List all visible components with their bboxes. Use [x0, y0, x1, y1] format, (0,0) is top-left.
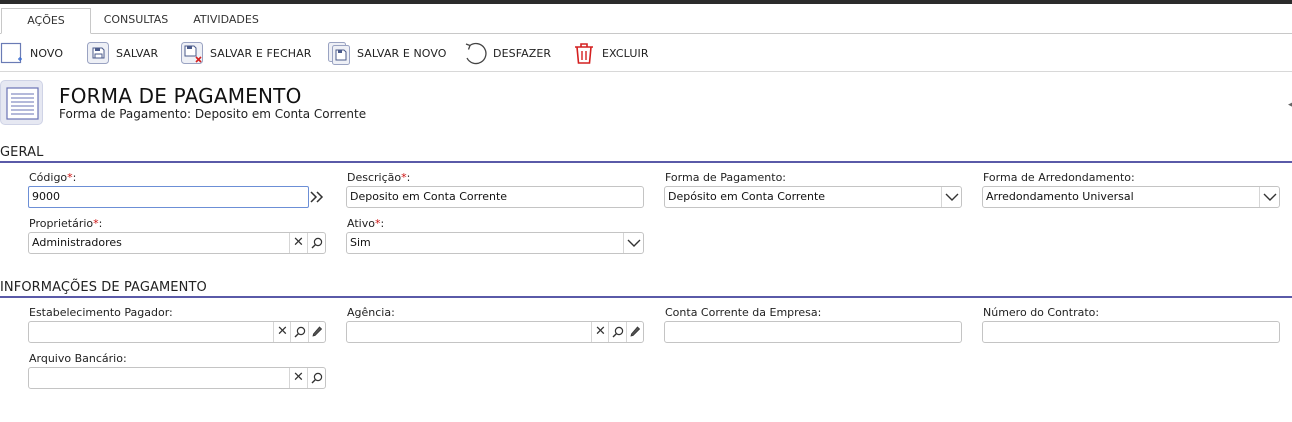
- edit-icon[interactable]: [308, 322, 325, 342]
- page-title: FORMA DE PAGAMENTO: [59, 84, 302, 108]
- arquivo-bancario-input[interactable]: ✕: [28, 367, 326, 389]
- agencia-input[interactable]: ✕: [346, 321, 644, 343]
- toolbar: NOVO SALVAR SALVAR E FECHAR SALVAR E NOV…: [0, 34, 1292, 72]
- salvar-fechar-icon: [180, 41, 204, 65]
- salvar-fechar-label: SALVAR E FECHAR: [210, 46, 312, 60]
- clear-icon[interactable]: ✕: [289, 368, 307, 388]
- double-chevron-icon[interactable]: [308, 186, 326, 208]
- novo-label: NOVO: [30, 46, 64, 60]
- descricao-input[interactable]: Deposito em Conta Corrente: [346, 186, 644, 208]
- search-icon[interactable]: [290, 322, 308, 342]
- search-icon[interactable]: [307, 368, 325, 388]
- conta-corrente-input[interactable]: [664, 321, 962, 343]
- collapse-handle[interactable]: ◂: [1288, 100, 1292, 110]
- salvar-novo-label: SALVAR E NOVO: [357, 46, 447, 60]
- excluir-icon: [572, 41, 596, 65]
- salvar-icon: [86, 41, 110, 65]
- forma-pagamento-label: Forma de Pagamento:: [665, 171, 786, 184]
- clear-icon[interactable]: ✕: [289, 233, 307, 253]
- chevron-down-icon[interactable]: [1259, 187, 1279, 207]
- salvar-novo-button[interactable]: SALVAR E NOVO: [327, 39, 447, 67]
- page-header: FORMA DE PAGAMENTO Forma de Pagamento: D…: [0, 78, 1292, 128]
- tab-acoes[interactable]: AÇÕES: [1, 8, 91, 34]
- agencia-label: Agência:: [347, 306, 395, 319]
- numero-contrato-label: Número do Contrato:: [983, 306, 1100, 319]
- novo-button[interactable]: NOVO: [0, 39, 63, 67]
- document-icon: [0, 80, 43, 125]
- desfazer-button[interactable]: DESFAZER: [463, 39, 551, 67]
- edit-icon[interactable]: [626, 322, 643, 342]
- tab-consultas[interactable]: CONSULTAS: [96, 8, 176, 34]
- desfazer-icon: [463, 41, 487, 65]
- section-informacoes-pagamento: INFORMAÇÕES DE PAGAMENTO: [0, 280, 1292, 298]
- tab-bar: AÇÕES CONSULTAS ATIVIDADES: [0, 8, 1292, 34]
- section-geral: GERAL: [0, 145, 1292, 163]
- desfazer-label: DESFAZER: [493, 46, 552, 60]
- conta-corrente-label: Conta Corrente da Empresa:: [665, 306, 822, 319]
- numero-contrato-input[interactable]: [982, 321, 1280, 343]
- arquivo-bancario-label: Arquivo Bancário:: [29, 352, 127, 365]
- descricao-label: Descrição*:: [347, 171, 411, 184]
- page-subtitle: Forma de Pagamento: Deposito em Conta Co…: [59, 107, 367, 121]
- salvar-fechar-button[interactable]: SALVAR E FECHAR: [180, 39, 311, 67]
- proprietario-input[interactable]: Administradores ✕: [28, 232, 326, 254]
- codigo-label: Código*:: [29, 171, 77, 184]
- forma-pagamento-select[interactable]: Depósito em Conta Corrente: [664, 186, 962, 208]
- section-geral-title: GERAL: [0, 145, 44, 160]
- estabelecimento-label: Estabelecimento Pagador:: [29, 306, 173, 319]
- excluir-label: EXCLUIR: [602, 46, 649, 60]
- forma-arredondamento-label: Forma de Arredondamento:: [983, 171, 1135, 184]
- section-pagamento-title: INFORMAÇÕES DE PAGAMENTO: [0, 280, 207, 295]
- forma-arredondamento-select[interactable]: Arredondamento Universal: [982, 186, 1280, 208]
- search-icon[interactable]: [608, 322, 626, 342]
- codigo-input[interactable]: 9000: [28, 186, 309, 208]
- salvar-novo-icon: [327, 41, 351, 65]
- top-bar: [0, 0, 1292, 4]
- search-icon[interactable]: [307, 233, 325, 253]
- salvar-label: SALVAR: [116, 46, 159, 60]
- chevron-down-icon[interactable]: [623, 233, 643, 253]
- salvar-button[interactable]: SALVAR: [86, 39, 158, 67]
- ativo-select[interactable]: Sim: [346, 232, 644, 254]
- chevron-down-icon[interactable]: [941, 187, 961, 207]
- tab-atividades[interactable]: ATIVIDADES: [184, 8, 268, 34]
- proprietario-label: Proprietário*:: [29, 217, 103, 230]
- excluir-button[interactable]: EXCLUIR: [572, 39, 649, 67]
- ativo-label: Ativo*:: [347, 217, 385, 230]
- clear-icon[interactable]: ✕: [273, 322, 291, 342]
- novo-icon: [0, 41, 24, 65]
- clear-icon[interactable]: ✕: [591, 322, 609, 342]
- estabelecimento-input[interactable]: ✕: [28, 321, 326, 343]
